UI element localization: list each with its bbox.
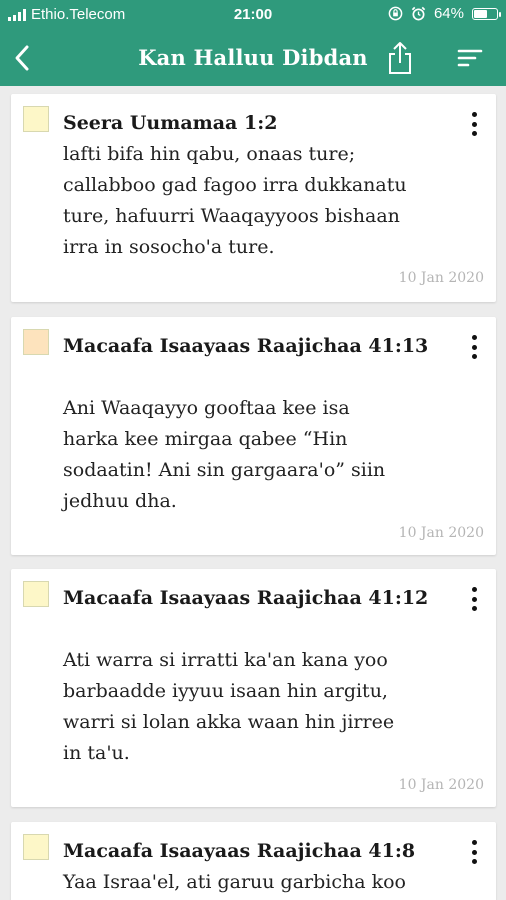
sort-icon: [457, 49, 483, 67]
rotation-lock-icon: [388, 6, 403, 21]
note-text: Ani Waaqayyo gooftaa kee isa harka kee m…: [63, 393, 463, 517]
note-color-swatch: [23, 329, 49, 355]
note-text-line: barbaadde iyyuu isaan hin argitu,: [63, 680, 388, 702]
note-date: 10 Jan 2020: [398, 525, 484, 541]
note-card[interactable]: Seera Uumamaa 1:2 lafti bifa hin qabu, o…: [11, 94, 496, 302]
note-title: Seera Uumamaa 1:2: [63, 112, 278, 134]
more-options-icon[interactable]: [464, 838, 484, 866]
note-text: Ati warra si irratti ka'an kana yoo barb…: [63, 645, 463, 769]
battery-percent: 64%: [433, 5, 464, 22]
battery-icon: [472, 7, 501, 20]
back-button[interactable]: [2, 30, 42, 86]
share-button[interactable]: [380, 30, 420, 86]
alarm-icon: [411, 6, 426, 21]
share-icon: [389, 42, 411, 74]
page-title: Kan Halluu Dibdan: [138, 45, 368, 70]
note-text-line: sodaatin! Ani sin gargaara'o” siin: [63, 459, 386, 481]
note-text-line: lafti bifa hin qabu, onaas ture;: [63, 143, 356, 165]
note-color-swatch: [23, 106, 49, 132]
note-date: 10 Jan 2020: [398, 270, 484, 286]
note-text-line: warri si lolan akka waan hin jirree: [63, 711, 395, 733]
note-text-line: Ati warra si irratti ka'an kana yoo: [63, 649, 388, 671]
note-text-line: jedhuu dha.: [63, 490, 177, 512]
more-options-icon[interactable]: [464, 110, 484, 138]
note-title: Macaafa Isaayaas Raajichaa 41:12: [63, 587, 429, 609]
note-card[interactable]: Macaafa Isaayaas Raajichaa 41:12 Ati war…: [11, 569, 496, 807]
notes-list[interactable]: Seera Uumamaa 1:2 lafti bifa hin qabu, o…: [0, 86, 506, 900]
note-text-line: callabboo gad fagoo irra dukkanatu: [63, 174, 407, 196]
status-right: 64%: [388, 5, 501, 22]
note-color-swatch: [23, 834, 49, 860]
note-text-line: Yaa Israa'el, ati garuu garbicha koo: [63, 871, 406, 893]
chevron-left-icon: [15, 45, 29, 71]
note-color-swatch: [23, 581, 49, 607]
note-title: Macaafa Isaayaas Raajichaa 41:13: [63, 335, 429, 357]
nav-bar: Kan Halluu Dibdan: [0, 30, 506, 86]
note-text: lafti bifa hin qabu, onaas ture; callabb…: [63, 139, 463, 263]
status-bar: Ethio.Telecom 21:00 64%: [0, 0, 506, 30]
note-card[interactable]: Macaafa Isaayaas Raajichaa 41:8 Yaa Isra…: [11, 822, 496, 900]
note-text-line: irra in sosocho'a ture.: [63, 236, 275, 258]
note-text-line: Ani Waaqayyo gooftaa kee isa: [63, 397, 350, 419]
more-options-icon[interactable]: [464, 333, 484, 361]
note-text-line: in ta'u.: [63, 742, 130, 764]
note-card[interactable]: Macaafa Isaayaas Raajichaa 41:13 Ani Waa…: [11, 317, 496, 555]
note-text-line: ture, hafuurri Waaqayyoos bishaan: [63, 205, 400, 227]
sort-button[interactable]: [450, 30, 490, 86]
note-text: Yaa Israa'el, ati garuu garbicha koo: [63, 867, 463, 898]
more-options-icon[interactable]: [464, 585, 484, 613]
note-title: Macaafa Isaayaas Raajichaa 41:8: [63, 840, 416, 862]
note-text-line: harka kee mirgaa qabee “Hin: [63, 428, 348, 450]
note-date: 10 Jan 2020: [398, 777, 484, 793]
